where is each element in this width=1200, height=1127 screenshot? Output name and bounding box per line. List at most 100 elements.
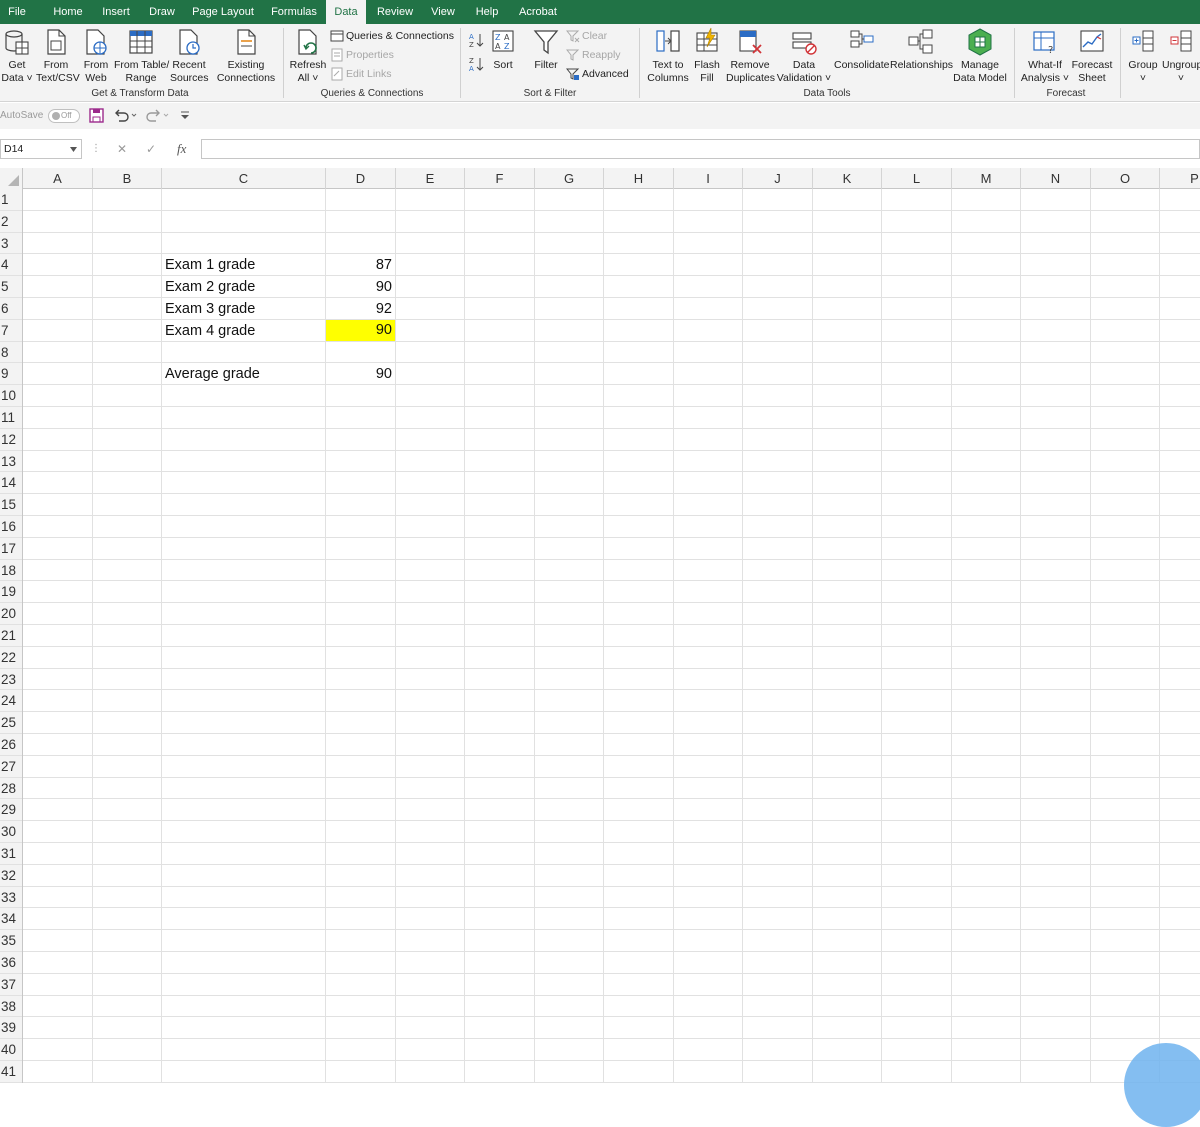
clear-filter-button[interactable]: Clear: [566, 28, 607, 46]
column-header-l[interactable]: L: [882, 168, 952, 189]
from-text-csv-button[interactable]: From Text/CSV: [36, 27, 80, 85]
refresh-all-button[interactable]: Refresh All ˅: [288, 27, 328, 85]
group-button[interactable]: Group ˅: [1126, 27, 1160, 85]
ungroup-button[interactable]: Ungroup ˅: [1162, 27, 1200, 85]
row-header-27[interactable]: 27: [0, 756, 22, 778]
row-header-29[interactable]: 29: [0, 799, 22, 822]
select-all-button[interactable]: [0, 168, 23, 189]
column-header-d[interactable]: D: [326, 168, 396, 189]
menu-help[interactable]: Help: [470, 0, 504, 24]
cell-d7[interactable]: 90: [326, 319, 395, 341]
column-header-j[interactable]: J: [743, 168, 813, 189]
cell-c7[interactable]: Exam 4 grade: [162, 320, 325, 341]
column-header-k[interactable]: K: [813, 168, 882, 189]
sort-ascending-button[interactable]: AZ: [468, 32, 486, 50]
row-header-33[interactable]: 33: [0, 887, 22, 909]
what-if-analysis-button[interactable]: ? What-If Analysis ˅: [1020, 27, 1070, 85]
column-header-o[interactable]: O: [1091, 168, 1160, 189]
menu-review[interactable]: Review: [374, 0, 416, 24]
row-header-28[interactable]: 28: [0, 778, 22, 800]
name-box[interactable]: D14: [0, 139, 82, 159]
menu-view[interactable]: View: [426, 0, 460, 24]
insert-function-button[interactable]: fx: [177, 140, 186, 158]
edit-links-button[interactable]: Edit Links: [330, 66, 392, 84]
row-header-15[interactable]: 15: [0, 494, 22, 516]
filter-button[interactable]: Filter: [530, 27, 562, 72]
row-header-30[interactable]: 30: [0, 821, 22, 843]
cell-c4[interactable]: Exam 1 grade: [162, 254, 325, 275]
cell-c9[interactable]: Average grade: [162, 363, 325, 384]
row-header-36[interactable]: 36: [0, 952, 22, 974]
menu-file[interactable]: File: [0, 0, 34, 24]
column-header-h[interactable]: H: [604, 168, 674, 189]
row-header-9[interactable]: 9: [0, 363, 22, 386]
row-header-17[interactable]: 17: [0, 538, 22, 560]
flash-fill-button[interactable]: Flash Fill: [692, 27, 722, 85]
row-header-25[interactable]: 25: [0, 712, 22, 734]
column-header-n[interactable]: N: [1021, 168, 1091, 189]
menu-data[interactable]: Data: [326, 0, 366, 24]
manage-data-model-button[interactable]: Manage Data Model: [952, 27, 1008, 85]
row-header-1[interactable]: 1: [0, 189, 22, 211]
row-header-8[interactable]: 8: [0, 342, 22, 364]
row-header-35[interactable]: 35: [0, 930, 22, 952]
properties-button[interactable]: Properties: [330, 47, 394, 65]
menu-draw[interactable]: Draw: [144, 0, 180, 24]
row-header-2[interactable]: 2: [0, 211, 22, 233]
existing-connections-button[interactable]: Existing Connections: [214, 27, 278, 85]
cell-d5[interactable]: 90: [326, 276, 395, 297]
cell-d6[interactable]: 92: [326, 298, 395, 319]
column-header-f[interactable]: F: [465, 168, 535, 189]
relationships-button[interactable]: Relationships: [890, 27, 953, 72]
cancel-icon[interactable]: ✕: [117, 140, 127, 158]
formula-input[interactable]: [201, 139, 1200, 159]
from-web-button[interactable]: From Web: [80, 27, 112, 85]
menu-home[interactable]: Home: [46, 0, 90, 24]
row-header-26[interactable]: 26: [0, 734, 22, 756]
remove-duplicates-button[interactable]: Remove Duplicates: [726, 27, 775, 85]
row-header-20[interactable]: 20: [0, 603, 22, 625]
row-header-12[interactable]: 12: [0, 429, 22, 451]
row-header-32[interactable]: 32: [0, 865, 22, 887]
cell-d9[interactable]: 90: [326, 363, 395, 384]
row-header-24[interactable]: 24: [0, 690, 22, 713]
enter-icon[interactable]: ✓: [146, 140, 156, 158]
undo-icon[interactable]: [113, 108, 139, 123]
row-header-13[interactable]: 13: [0, 451, 22, 473]
row-header-6[interactable]: 6: [0, 298, 22, 320]
cell-d4[interactable]: 87: [326, 254, 395, 275]
row-header-19[interactable]: 19: [0, 581, 22, 604]
forecast-sheet-button[interactable]: Forecast Sheet: [1070, 27, 1114, 85]
column-header-m[interactable]: M: [952, 168, 1021, 189]
row-header-11[interactable]: 11: [0, 407, 22, 429]
row-header-37[interactable]: 37: [0, 974, 22, 996]
column-header-e[interactable]: E: [396, 168, 465, 189]
row-header-39[interactable]: 39: [0, 1017, 22, 1040]
reapply-button[interactable]: Reapply: [566, 47, 621, 65]
consolidate-button[interactable]: Consolidate: [834, 27, 889, 72]
data-validation-button[interactable]: Data Validation ˅: [776, 27, 832, 85]
column-header-i[interactable]: I: [674, 168, 743, 189]
column-header-g[interactable]: G: [535, 168, 604, 189]
customize-toolbar-icon[interactable]: [180, 110, 190, 120]
row-header-23[interactable]: 23: [0, 669, 22, 691]
row-header-10[interactable]: 10: [0, 385, 22, 407]
row-header-14[interactable]: 14: [0, 472, 22, 495]
cell-c6[interactable]: Exam 3 grade: [162, 298, 325, 319]
row-header-5[interactable]: 5: [0, 276, 22, 298]
menu-acrobat[interactable]: Acrobat: [514, 0, 562, 24]
get-data-button[interactable]: Get Data ˅: [0, 27, 34, 85]
from-table-range-button[interactable]: From Table/ Range: [114, 27, 169, 85]
row-header-18[interactable]: 18: [0, 560, 22, 582]
recent-sources-button[interactable]: Recent Sources: [170, 27, 209, 85]
advanced-filter-button[interactable]: Advanced: [566, 66, 629, 84]
menu-page-layout[interactable]: Page Layout: [188, 0, 258, 24]
row-header-21[interactable]: 21: [0, 625, 22, 647]
queries-connections-button[interactable]: Queries & Connections: [330, 28, 454, 46]
column-header-c[interactable]: C: [162, 168, 326, 189]
row-header-38[interactable]: 38: [0, 996, 22, 1018]
row-header-7[interactable]: 7: [0, 320, 22, 342]
row-header-16[interactable]: 16: [0, 516, 22, 538]
row-header-40[interactable]: 40: [0, 1039, 22, 1061]
row-header-3[interactable]: 3: [0, 233, 22, 255]
